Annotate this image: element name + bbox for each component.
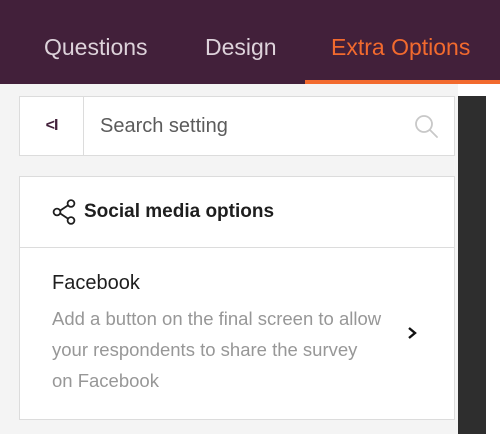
social-media-section: Social media options Facebook Add a butt… xyxy=(19,176,455,420)
search-input[interactable] xyxy=(84,97,414,155)
top-tab-bar: Questions Design Extra Options xyxy=(0,0,500,84)
section-header: Social media options xyxy=(20,177,454,248)
scrollbar-track[interactable] xyxy=(458,96,486,434)
chevron-right-icon[interactable] xyxy=(406,326,418,340)
app-window: Questions Design Extra Options <I Search… xyxy=(0,0,500,434)
facebook-option[interactable]: Facebook Add a button on the final scree… xyxy=(20,248,454,420)
tab-extra-options[interactable]: Extra Options xyxy=(331,32,470,62)
settings-panel: <I Social media options xyxy=(0,84,458,434)
section-title: Social media options xyxy=(84,201,275,222)
search-icon[interactable] xyxy=(414,97,454,155)
search-bar: <I xyxy=(19,96,455,156)
tab-design[interactable]: Design xyxy=(205,32,277,62)
share-icon xyxy=(52,199,76,225)
collapse-panel-button[interactable]: <I xyxy=(20,97,84,155)
tab-questions[interactable]: Questions xyxy=(44,32,148,62)
option-description: Add a button on the final screen to allo… xyxy=(52,308,382,391)
option-title: Facebook xyxy=(52,272,140,294)
